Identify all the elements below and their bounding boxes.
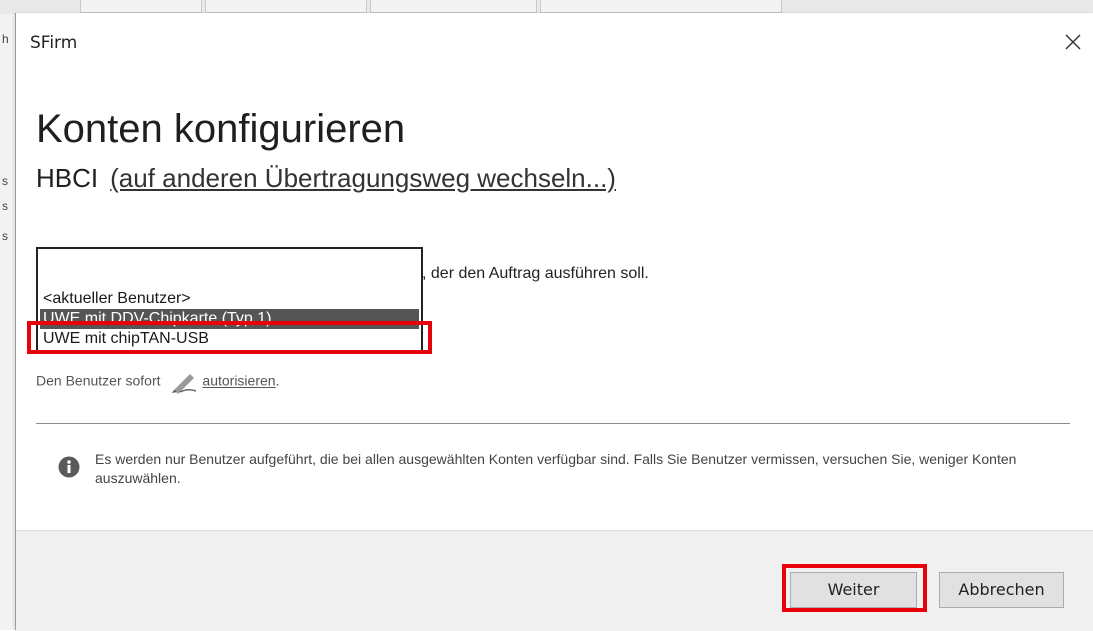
user-option[interactable]: UWE mit chipTAN-USB — [40, 329, 419, 349]
cancel-button[interactable]: Abbrechen — [939, 572, 1064, 608]
transport-row: HBCI (auf anderen Übertragungsweg wechsel… — [36, 163, 616, 194]
authorize-row: Den Benutzer sofort autorisieren. — [36, 370, 279, 394]
next-button[interactable]: Weiter — [790, 572, 917, 608]
background-tab — [80, 0, 202, 13]
background-app-sidebar: h s s s — [0, 14, 14, 630]
select-user-instruction: s, der den Auftrag ausführen soll. — [414, 265, 649, 282]
close-icon[interactable] — [1058, 27, 1088, 57]
background-tab — [205, 0, 367, 13]
info-message: Es werden nur Benutzer aufgeführt, die b… — [95, 451, 1017, 486]
change-transport-link[interactable]: (auf anderen Übertragungsweg wechseln...… — [110, 163, 616, 193]
dialog-footer: Weiter Abbrechen — [16, 530, 1093, 631]
background-tab — [370, 0, 537, 13]
info-icon — [58, 456, 80, 478]
background-tab — [540, 0, 782, 13]
background-app-toolbar — [0, 0, 1093, 14]
divider — [36, 423, 1070, 424]
configure-accounts-dialog: SFirm Konten konfigurieren HBCI (auf ande… — [15, 13, 1093, 631]
authorize-link[interactable]: autorisieren — [202, 373, 275, 389]
authorize-suffix: . — [275, 372, 280, 389]
pen-icon — [170, 370, 198, 394]
page-title: Konten konfigurieren — [36, 107, 406, 151]
transport-label: HBCI — [36, 163, 99, 193]
user-option-selected[interactable]: UWE mit DDV-Chipkarte (Typ 1) — [40, 309, 419, 329]
window-title: SFirm — [30, 33, 78, 53]
user-option[interactable]: <aktueller Benutzer> — [40, 289, 419, 309]
user-dropdown-list[interactable]: <aktueller Benutzer> UWE mit DDV-Chipkar… — [36, 247, 423, 352]
authorize-text: Den Benutzer sofort — [36, 372, 161, 389]
